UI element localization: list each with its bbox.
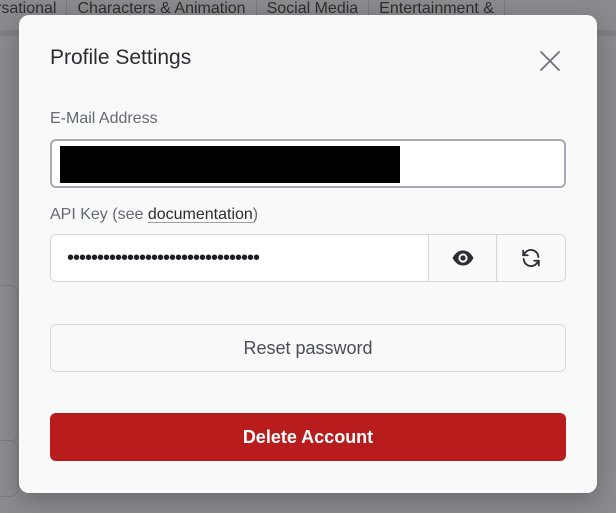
email-label: E-Mail Address xyxy=(50,110,158,127)
delete-account-button[interactable]: Delete Account xyxy=(50,413,566,461)
profile-settings-modal: Profile Settings E-Mail Address API Key … xyxy=(19,15,597,493)
api-key-label: API Key (see documentation) xyxy=(50,206,258,224)
email-field[interactable] xyxy=(50,139,566,188)
modal-title: Profile Settings xyxy=(50,46,192,69)
close-button[interactable] xyxy=(537,48,563,74)
redacted-email-value xyxy=(60,146,400,183)
api-key-label-suffix: ) xyxy=(252,206,259,223)
api-key-label-prefix: API Key (see xyxy=(50,206,148,223)
api-key-input-group: •••••••••••••••••••••••••••••••• xyxy=(50,234,566,282)
regenerate-api-key-button[interactable] xyxy=(497,235,565,281)
show-api-key-button[interactable] xyxy=(429,235,497,281)
refresh-icon xyxy=(522,249,540,267)
documentation-link[interactable]: documentation xyxy=(148,206,253,223)
reset-password-button[interactable]: Reset password xyxy=(50,324,566,372)
close-icon xyxy=(540,51,560,71)
eye-icon xyxy=(452,250,473,266)
api-key-field[interactable]: •••••••••••••••••••••••••••••••• xyxy=(51,235,429,281)
